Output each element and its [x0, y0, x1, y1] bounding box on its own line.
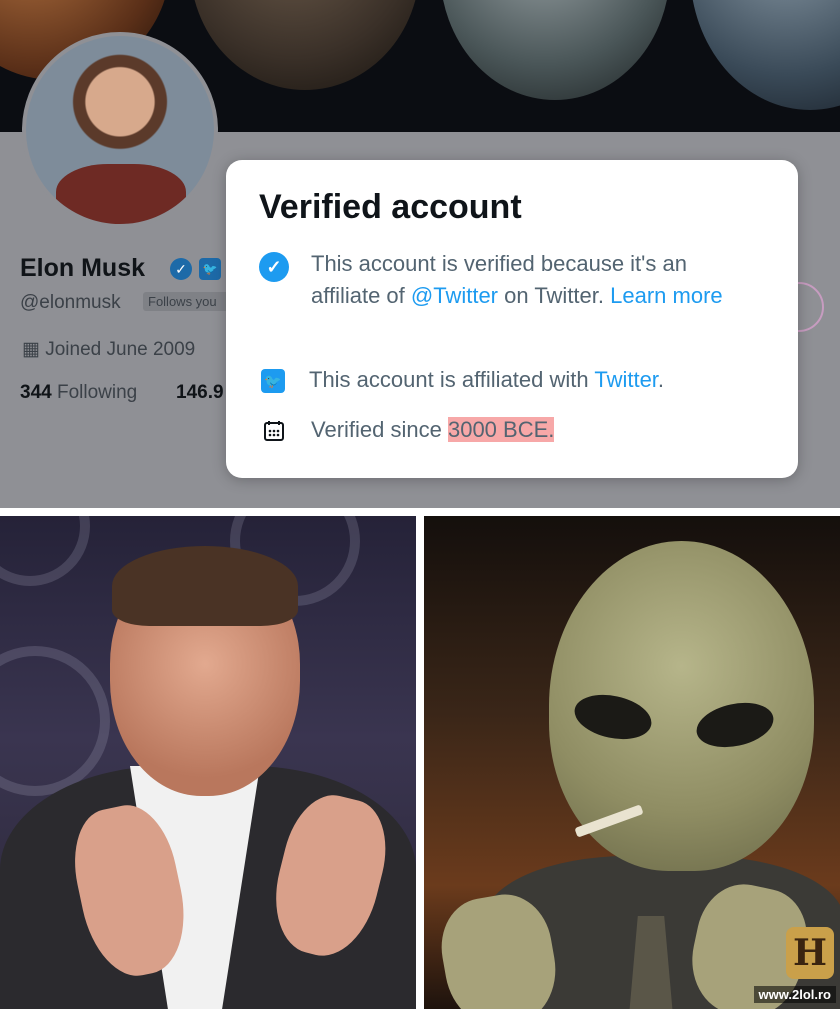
photo-divider: [416, 516, 424, 1009]
joined-text: Joined June 2009: [45, 339, 196, 360]
following-label: Following: [56, 382, 138, 403]
twitter-logo-icon: 🐦: [261, 369, 285, 393]
affiliation-label: This account is affiliated with: [309, 367, 595, 392]
banner-planet: [190, 0, 420, 90]
affiliation-text: This account is affiliated with Twitter.: [309, 364, 664, 396]
verified-account-popup: Verified account ✓ This account is verif…: [226, 160, 798, 478]
background-logo: [0, 516, 90, 586]
site-watermark: www.2lol.ro: [753, 986, 836, 1003]
twitter-link[interactable]: Twitter: [594, 367, 658, 392]
calendar-icon: ▦: [22, 339, 46, 360]
affiliation-suffix: .: [657, 367, 665, 392]
avatar[interactable]: [22, 32, 218, 228]
verified-since-text: Verified since 3000 BCE.: [311, 414, 555, 446]
profile-handle: @elonmusk: [20, 292, 121, 313]
background-logo: [0, 646, 110, 796]
twitter-affiliate-icon[interactable]: 🐦: [199, 258, 221, 280]
verified-reason-suffix: on Twitter.: [498, 283, 611, 308]
banner-planet: [440, 0, 670, 100]
history-channel-logo: H: [786, 927, 834, 979]
banner-planet: [690, 0, 840, 110]
alien-photo: H: [424, 516, 840, 1009]
follows-you-badge: Follows you: [143, 292, 233, 311]
joined-date: ▦ Joined June 2009: [22, 338, 195, 361]
twitter-profile-screenshot: Elon Musk ✓ 🐦 @elonmusk Follows you ▦ Jo…: [0, 0, 840, 508]
popup-title: Verified account: [259, 188, 522, 226]
hair: [112, 546, 298, 626]
calendar-icon: [264, 421, 284, 441]
twitter-mention-link[interactable]: @Twitter: [411, 283, 498, 308]
verified-reason-text: This account is verified because it's an…: [311, 248, 761, 312]
following-stat[interactable]: 344 Following: [20, 382, 137, 404]
verified-badge-icon[interactable]: ✓: [170, 258, 192, 280]
learn-more-link[interactable]: Learn more: [610, 283, 723, 308]
followers-count[interactable]: 146.9: [176, 382, 224, 404]
following-count: 344: [20, 382, 52, 403]
verified-since-label: Verified since: [311, 417, 448, 442]
verified-since-date: 3000 BCE.: [447, 417, 555, 442]
verified-badge-icon: ✓: [259, 252, 289, 282]
profile-name: Elon Musk: [20, 254, 146, 282]
elon-photo: [0, 516, 416, 1009]
